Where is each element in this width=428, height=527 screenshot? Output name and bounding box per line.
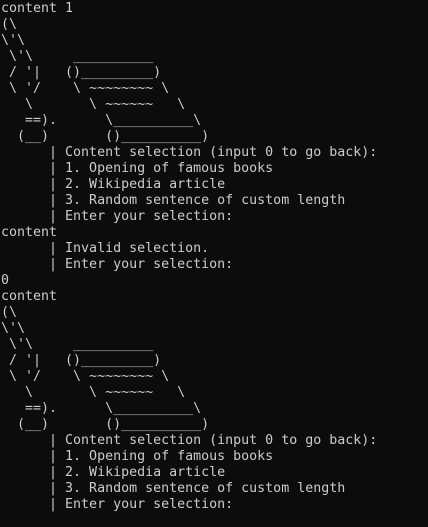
menu-option: | 2. Wikipedia article: [1, 465, 226, 480]
menu-title: | Content selection (input 0 to go back)…: [1, 433, 378, 448]
ascii-art-line: (__) ()__________): [1, 417, 210, 432]
ascii-art-line: / '| ()_________): [1, 65, 162, 80]
ascii-art-line: / '| ()_________): [1, 353, 162, 368]
ascii-art-line: (\: [1, 305, 18, 320]
menu-title: | Content selection (input 0 to go back)…: [1, 145, 378, 160]
user-input: content: [1, 225, 58, 240]
console-output[interactable]: content 1 (\ \'\ \'\ __________ / '| ()_…: [0, 0, 428, 527]
ascii-art-line: (__) ()__________): [1, 129, 210, 144]
ascii-art-line: \'\: [1, 321, 26, 336]
ascii-art-line: \ \ ~~~~~~ \: [1, 385, 186, 400]
menu-option: | 3. Random sentence of custom length: [1, 481, 346, 496]
ascii-art-line: \ '/ \ ~~~~~~~~ \: [1, 369, 170, 384]
input-prompt: | Enter your selection:: [1, 209, 234, 224]
user-input: 0: [1, 273, 10, 288]
ascii-art-line: \ \ ~~~~~~ \: [1, 97, 186, 112]
console-line: content 1: [1, 1, 74, 16]
input-prompt: | Enter your selection:: [1, 497, 234, 512]
menu-option: | 1. Opening of famous books: [1, 161, 274, 176]
menu-option: | 2. Wikipedia article: [1, 177, 226, 192]
ascii-art-line: \'\: [1, 33, 26, 48]
ascii-art-line: ==). \__________\: [1, 401, 202, 416]
menu-option: | 3. Random sentence of custom length: [1, 193, 346, 208]
ascii-art-line: \'\ __________: [1, 337, 154, 352]
ascii-art-line: (\: [1, 17, 18, 32]
ascii-art-line: \ '/ \ ~~~~~~~~ \: [1, 81, 170, 96]
error-message: | Invalid selection.: [1, 241, 210, 256]
menu-option: | 1. Opening of famous books: [1, 449, 274, 464]
input-prompt: | Enter your selection:: [1, 257, 234, 272]
ascii-art-line: ==). \__________\: [1, 113, 202, 128]
console-line: content: [1, 289, 58, 304]
ascii-art-line: \'\ __________: [1, 49, 154, 64]
